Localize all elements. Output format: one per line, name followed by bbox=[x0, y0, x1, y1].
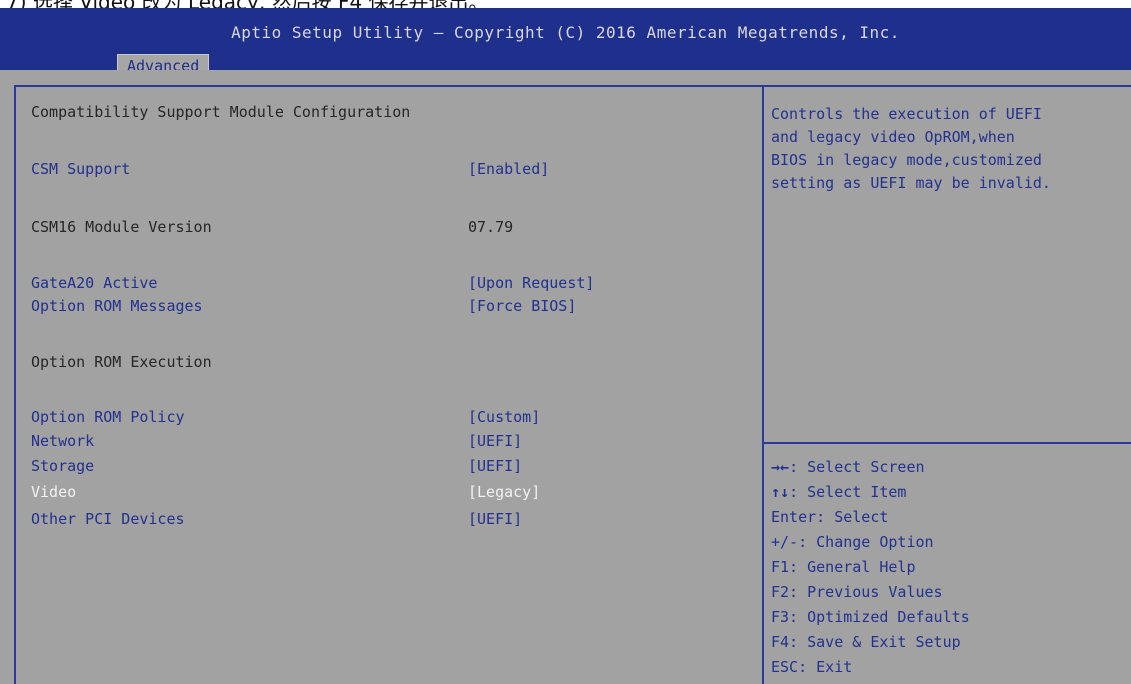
section-title: Compatibility Support Module Configurati… bbox=[31, 103, 411, 121]
key-help-item: Enter: Select bbox=[771, 508, 889, 526]
key-help-list: →←: Select Screen ↑↓: Select Item Enter:… bbox=[771, 455, 970, 680]
bios-title: Aptio Setup Utility – Copyright (C) 2016… bbox=[231, 23, 900, 42]
gatea20-value[interactable]: [Upon Request] bbox=[468, 274, 594, 292]
key-help-item: F2: Previous Values bbox=[771, 583, 943, 601]
key-help-item: →←: Select Screen bbox=[771, 458, 925, 476]
storage-label[interactable]: Storage bbox=[31, 457, 94, 475]
key-help-item: F4: Save & Exit Setup bbox=[771, 633, 961, 651]
help-text: Controls the execution of UEFI and legac… bbox=[771, 103, 1126, 195]
video-label[interactable]: Video bbox=[31, 483, 76, 501]
bios-header: Aptio Setup Utility – Copyright (C) 2016… bbox=[0, 8, 1131, 77]
csm16-version-value: 07.79 bbox=[468, 218, 514, 236]
video-value[interactable]: [Legacy] bbox=[468, 483, 540, 501]
help-line: and legacy video OpROM,when bbox=[771, 128, 1015, 146]
key-help-item: +/-: Change Option bbox=[771, 533, 934, 551]
network-value[interactable]: [UEFI] bbox=[468, 432, 522, 450]
option-rom-policy-value[interactable]: [Custom] bbox=[468, 408, 540, 426]
key-help-item: ↑↓: Select Item bbox=[771, 483, 907, 501]
caption-strip: 7) 选择 Video 改为 Legacy, 然后按 F4 保存并退出。 bbox=[0, 0, 1131, 8]
arrows-horizontal-icon: →← bbox=[771, 458, 790, 476]
csm-support-label[interactable]: CSM Support bbox=[31, 160, 130, 178]
csm-support-value[interactable]: [Enabled] bbox=[468, 160, 549, 178]
help-divider bbox=[764, 442, 1131, 444]
option-rom-messages-label[interactable]: Option ROM Messages bbox=[31, 297, 203, 315]
csm16-version-label: CSM16 Module Version bbox=[31, 218, 212, 236]
key-help-item: F3: Optimized Defaults bbox=[771, 608, 970, 626]
vertical-divider bbox=[762, 85, 764, 684]
help-line: Controls the execution of UEFI bbox=[771, 105, 1042, 123]
arrows-vertical-icon: ↑↓ bbox=[771, 483, 790, 501]
key-help-item: F1: General Help bbox=[771, 558, 916, 576]
option-rom-execution-heading: Option ROM Execution bbox=[31, 353, 212, 371]
option-rom-messages-value[interactable]: [Force BIOS] bbox=[468, 297, 576, 315]
other-pci-label[interactable]: Other PCI Devices bbox=[31, 510, 185, 528]
other-pci-value[interactable]: [UEFI] bbox=[468, 510, 522, 528]
storage-value[interactable]: [UEFI] bbox=[468, 457, 522, 475]
option-rom-policy-label[interactable]: Option ROM Policy bbox=[31, 408, 185, 426]
key-help-item: ESC: Exit bbox=[771, 658, 853, 676]
help-line: setting as UEFI may be invalid. bbox=[771, 174, 1051, 192]
help-line: BIOS in legacy mode,customized bbox=[771, 151, 1042, 169]
network-label[interactable]: Network bbox=[31, 432, 94, 450]
gatea20-label[interactable]: GateA20 Active bbox=[31, 274, 157, 292]
caption-text: 7) 选择 Video 改为 Legacy, 然后按 F4 保存并退出。 bbox=[6, 0, 489, 8]
